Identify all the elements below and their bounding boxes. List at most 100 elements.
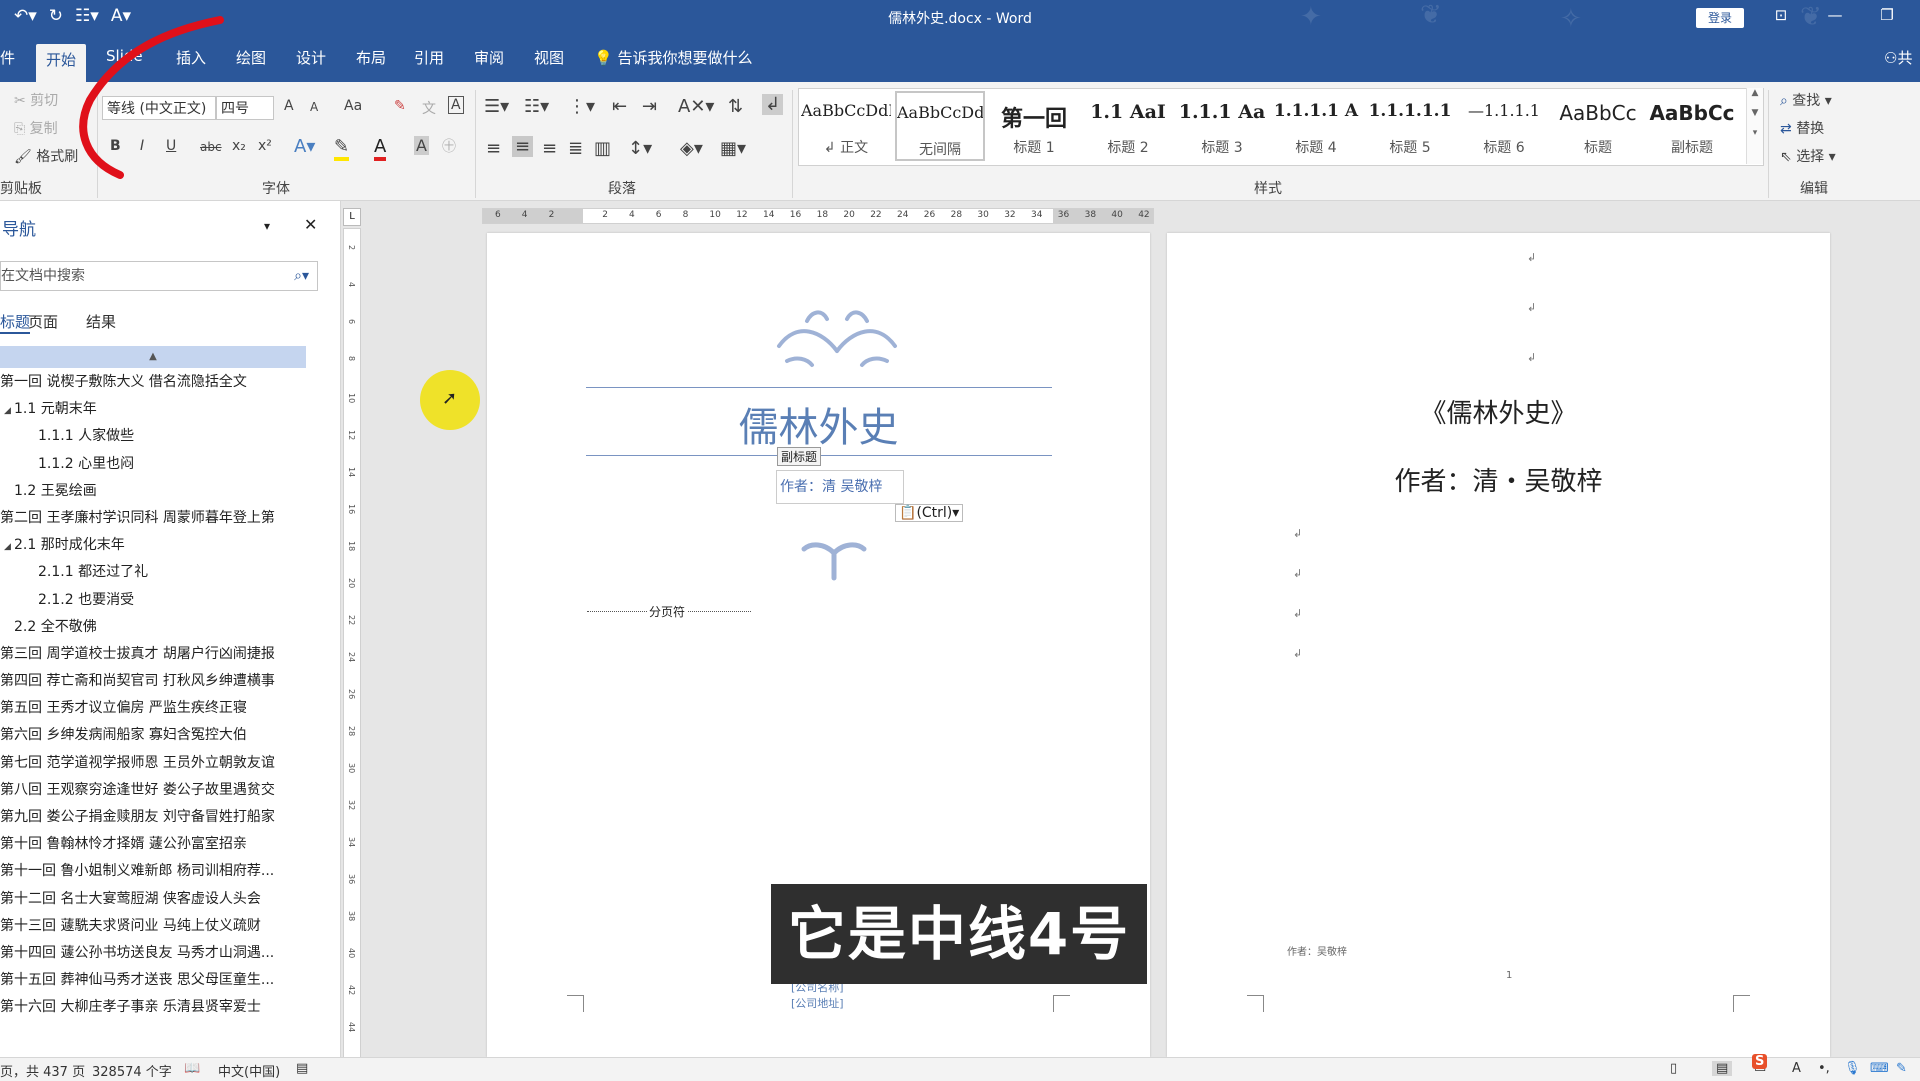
enclose-char-icon[interactable]: ㊉	[442, 136, 456, 156]
print-layout-icon[interactable]: ▤	[1712, 1061, 1733, 1076]
tab-design[interactable]: 设计	[296, 47, 326, 68]
nav-heading-item[interactable]: 第十六回 大柳庄孝子事亲 乐清县贤宰爱士	[0, 994, 310, 1021]
login-button[interactable]: 登录	[1696, 8, 1744, 28]
nav-heading-item[interactable]: 1.1.2 心里也闷	[0, 451, 310, 478]
align-right-icon[interactable]: ≡	[542, 138, 557, 159]
nav-tab-pages[interactable]: 页面	[28, 311, 58, 332]
line-spacing-icon[interactable]: ↕▾	[628, 138, 652, 159]
text-effects-icon[interactable]: A▾	[294, 136, 315, 157]
tab-file[interactable]: 件	[0, 47, 15, 68]
tab-layout[interactable]: 布局	[356, 47, 386, 68]
nav-tab-results[interactable]: 结果	[86, 311, 116, 332]
nav-heading-item[interactable]: 第三回 周学道校士拔真才 胡屠户行凶闹捷报	[0, 641, 310, 668]
numbering-icon[interactable]: ☷▾	[524, 96, 549, 117]
justify-icon[interactable]: ≣	[568, 138, 583, 159]
show-marks-icon[interactable]: ↲	[762, 94, 784, 115]
nav-heading-item[interactable]: 第七回 范学道视学报师恩 王员外立朝敦友谊	[0, 750, 310, 777]
style-heading-3[interactable]: 1.1.1 Aa 标题 3	[1177, 91, 1267, 161]
style-heading-1[interactable]: 第一回 标题 1	[989, 91, 1079, 161]
sort-icon[interactable]: ⇅	[728, 96, 743, 117]
microphone-icon[interactable]: 🎙	[1844, 1061, 1861, 1076]
document-page-2[interactable]: ↲ ↲ ↲ 《儒林外史》 作者：清・吴敬梓 ↲ ↲ ↲ ↲ 作者：吴敬梓 1	[1167, 233, 1830, 1057]
ime-lang-icon[interactable]: A	[1792, 1061, 1801, 1076]
styles-scroll[interactable]: ▲ ▼ ▾	[1746, 88, 1763, 164]
vertical-ruler[interactable]: 2 4 6 8 10 12 14 16 18 20 22 24 26 28 30 32 34 36 38 40 42 44	[343, 228, 361, 1058]
share-button[interactable]: ⚇共	[1884, 47, 1912, 68]
borders-icon[interactable]: ▦▾	[720, 138, 746, 159]
nav-heading-item[interactable]: 第六回 乡绅发病闹船家 寡妇含冤控大伯	[0, 722, 310, 749]
style-heading-5[interactable]: 1.1.1.1.1 标题 5	[1365, 91, 1455, 161]
nav-heading-item[interactable]: 第二回 王孝廉村学识同科 周蒙师暮年登上第	[0, 505, 310, 532]
grow-font-button[interactable]: A	[284, 98, 294, 114]
horizontal-ruler[interactable]: 6 4 2 2 4 6 8 10 12 14 16 18 20 22 24 26 28 30 32 34 36 38 40 4…	[482, 208, 1154, 224]
word-count[interactable]: 328574 个字	[92, 1061, 172, 1080]
nav-tab-headings[interactable]: 标题	[0, 311, 31, 334]
char-shading-icon[interactable]: A	[414, 136, 429, 155]
cut-button[interactable]: ✂ 剪切	[14, 90, 58, 110]
highlight-icon[interactable]: ✎	[334, 136, 350, 161]
nav-heading-item[interactable]: 2.1.2 也要消受	[0, 587, 310, 614]
nav-heading-item[interactable]: 第十回 鲁翰林怜才择婿 蘧公孙富室招亲	[0, 831, 310, 858]
style-heading-4[interactable]: 1.1.1.1 A 标题 4	[1271, 91, 1361, 161]
collapse-triangle-icon[interactable]: ◢	[4, 534, 14, 559]
decrease-indent-icon[interactable]: ⇤	[612, 96, 627, 117]
restore-icon[interactable]: ❐	[1872, 6, 1902, 24]
page2-title[interactable]: 《儒林外史》	[1167, 393, 1830, 430]
multilevel-list-icon[interactable]: ⋮▾	[568, 96, 595, 117]
nav-heading-item[interactable]: 2.1.1 都还过了礼	[0, 559, 310, 586]
nav-heading-item[interactable]: 第九回 娄公子捐金赎朋友 刘守备冒姓打船家	[0, 804, 310, 831]
page-number[interactable]: 1	[1506, 970, 1512, 981]
nav-heading-item[interactable]: 1.1.1 人家做些	[0, 423, 310, 450]
nav-heading-item[interactable]: 第十二回 名士大宴莺脰湖 侠客虚设人头会	[0, 886, 310, 913]
tell-me-box[interactable]: 💡 告诉我你想要做什么	[594, 47, 752, 68]
style-heading-6[interactable]: —1.1.1.1 标题 6	[1459, 91, 1549, 161]
footer-author[interactable]: 作者：吴敬梓	[1287, 943, 1347, 958]
nav-search-input[interactable]: 在文档中搜索 ⌕▾	[0, 261, 318, 291]
language-status[interactable]: 中文(中国)	[218, 1061, 280, 1080]
replace-button[interactable]: ⇄ 替换	[1780, 118, 1824, 138]
align-center-icon[interactable]: ≡	[512, 136, 534, 157]
proofing-icon[interactable]: 📖	[184, 1061, 200, 1076]
tab-view[interactable]: 视图	[534, 47, 564, 68]
nav-heading-item[interactable]: 第十一回 鲁小姐制义难新郎 杨司训相府荐...	[0, 858, 310, 885]
nav-options-icon[interactable]: ▾	[264, 219, 270, 233]
clear-format-icon[interactable]: ✎	[394, 98, 406, 114]
undo-icon[interactable]: ↶▾	[14, 6, 37, 26]
phonetic-guide-icon[interactable]: 文	[422, 98, 436, 118]
chinese-layout-icon[interactable]: A✕▾	[678, 96, 714, 117]
nav-heading-item[interactable]: 第四回 荐亡斋和尚契官司 打秋风乡绅遭横事	[0, 668, 310, 695]
nav-heading-item[interactable]: 第五回 王秀才议立偏房 严监生疾终正寝	[0, 695, 310, 722]
page2-author[interactable]: 作者：清・吴敬梓	[1167, 461, 1830, 498]
ime-logo-icon[interactable]: S	[1752, 1054, 1768, 1069]
content-control-tag[interactable]: 副标题	[777, 447, 822, 466]
nav-heading-item[interactable]: 第十四回 蘧公孙书坊送良友 马秀才山洞遇...	[0, 940, 310, 967]
style-heading-2[interactable]: 1.1 AaI 标题 2	[1083, 91, 1173, 161]
nav-heading-item[interactable]: 第十三回 蘧駪夫求贤问业 马纯上仗义疏财	[0, 913, 310, 940]
cover-title[interactable]: 儒林外史	[487, 395, 1150, 453]
distributed-icon[interactable]: ▥	[594, 138, 611, 159]
tab-selector[interactable]: L	[343, 208, 361, 226]
nav-heading-item[interactable]: 1.2 王冕绘画	[0, 478, 310, 505]
align-left-icon[interactable]: ≡	[486, 138, 501, 159]
find-button[interactable]: ⌕ 查找 ▾	[1780, 90, 1832, 110]
nav-heading-item[interactable]: ◢ 1.1 元朝末年	[0, 396, 310, 423]
style-title[interactable]: AaBbCc 标题	[1553, 91, 1643, 161]
nav-collapse-bar[interactable]: ▲	[0, 346, 306, 368]
page-count[interactable]: 页，共 437 页	[0, 1061, 85, 1080]
nav-heading-item[interactable]: 第十五回 葬神仙马秀才送丧 思父母匡童生...	[0, 967, 310, 994]
change-case-button[interactable]: Aa	[344, 98, 362, 114]
tab-references[interactable]: 引用	[414, 47, 444, 68]
company-address[interactable]: [公司地址]	[791, 995, 844, 1011]
keyboard-icon[interactable]: ⌨	[1870, 1061, 1889, 1076]
ime-punct-icon[interactable]: •,	[1818, 1061, 1830, 1076]
ime-tools-icon[interactable]: ✎	[1896, 1061, 1907, 1076]
ribbon-display-icon[interactable]: ⊡	[1766, 6, 1796, 24]
minimize-icon[interactable]: —	[1820, 6, 1850, 24]
font-color-icon[interactable]: A	[374, 136, 387, 161]
close-icon[interactable]: ✕	[304, 215, 317, 234]
select-button[interactable]: ⇖ 选择 ▾	[1780, 146, 1836, 166]
superscript-button[interactable]: x²	[258, 138, 272, 154]
tab-draw[interactable]: 绘图	[236, 47, 266, 68]
shading-icon[interactable]: ◈▾	[680, 138, 703, 159]
tab-review[interactable]: 审阅	[474, 47, 504, 68]
